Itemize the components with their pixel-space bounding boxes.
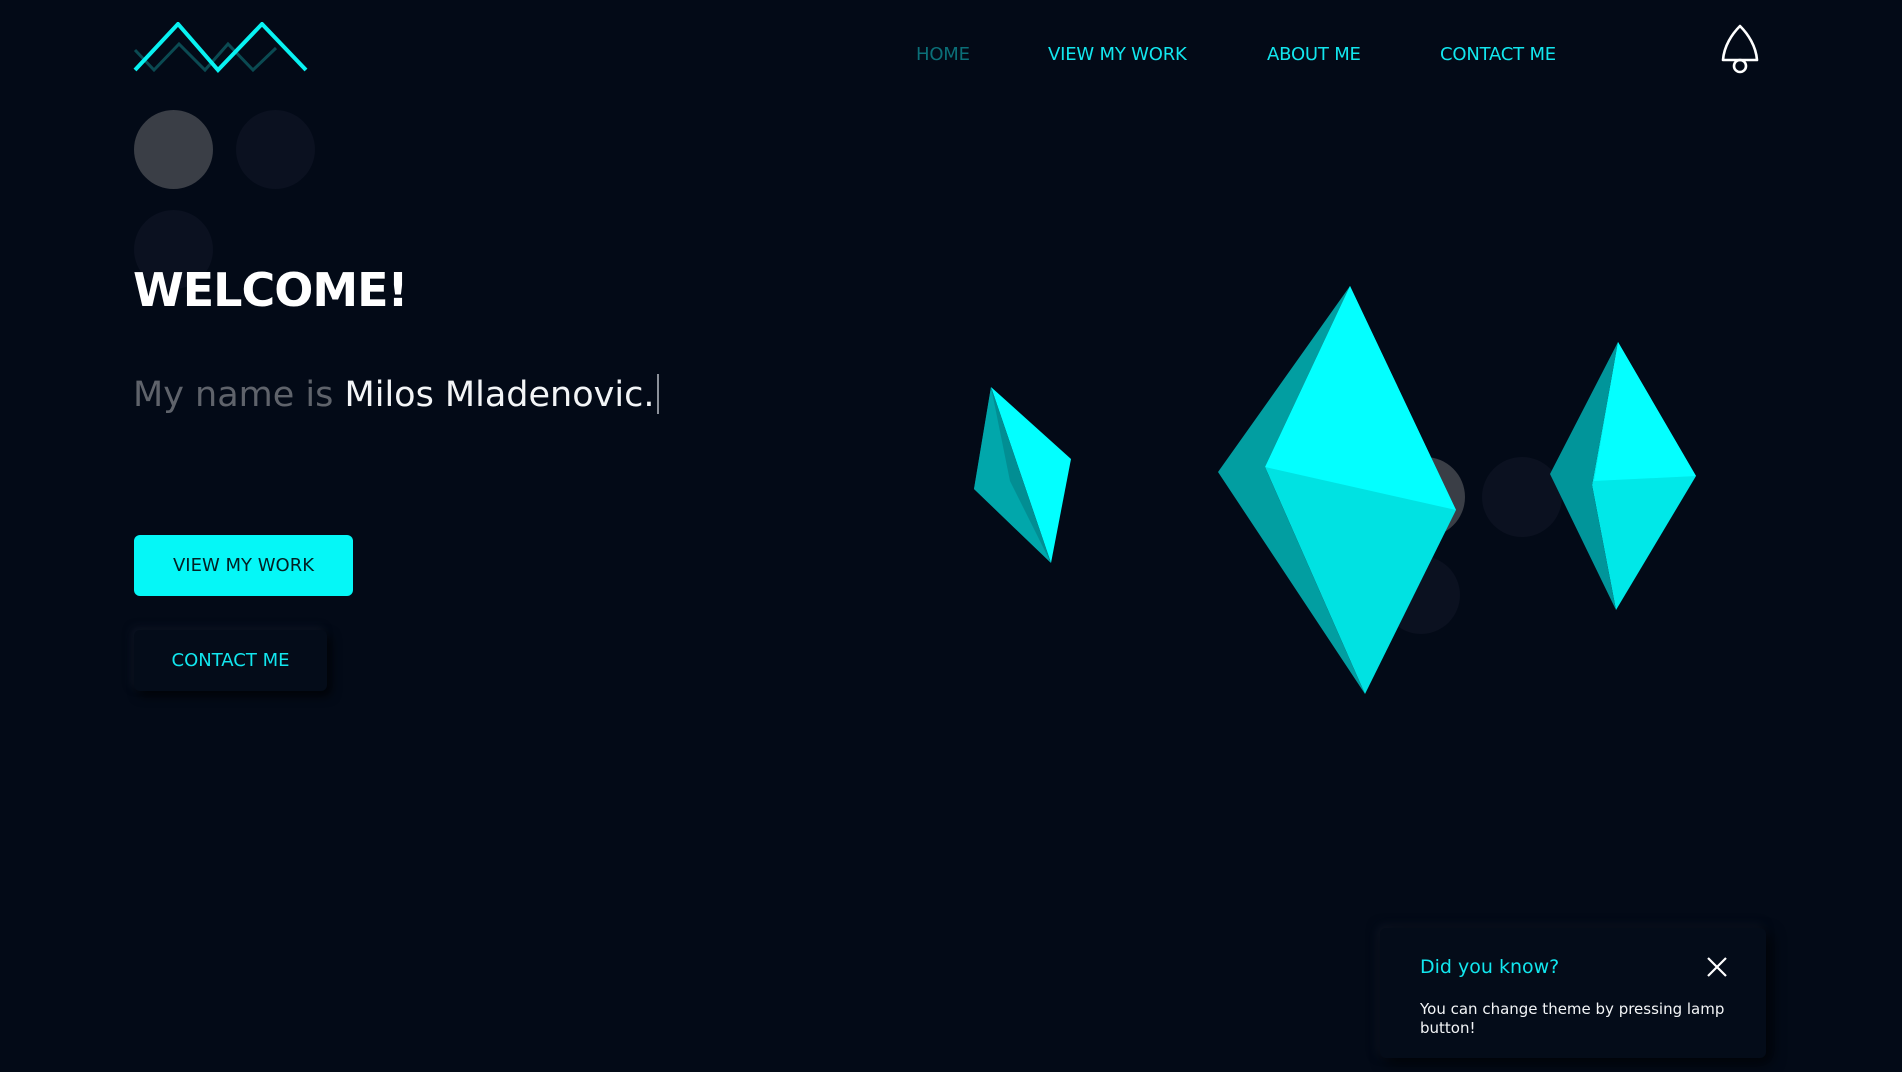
close-icon[interactable]	[1700, 950, 1734, 984]
crystals-illustration	[974, 286, 1696, 694]
lamp-icon[interactable]	[1718, 24, 1762, 74]
decorative-dot	[236, 110, 315, 189]
author-name: Milos Mladenovic.	[344, 375, 655, 415]
intro-prefix: My name is	[133, 375, 345, 415]
nav-contact-link[interactable]: CONTACT ME	[1440, 44, 1556, 65]
intro-text: My name is Milos Mladenovic.	[133, 374, 660, 415]
nav-about-link[interactable]: ABOUT ME	[1267, 44, 1361, 65]
toast-title: Did you know?	[1420, 956, 1560, 978]
decorative-dot	[134, 110, 213, 189]
did-you-know-toast: Did you know? You can change theme by pr…	[1380, 928, 1766, 1058]
typing-caret	[657, 374, 660, 414]
contact-me-button[interactable]: CONTACT ME	[134, 630, 327, 691]
nav-view-work-link[interactable]: VIEW MY WORK	[1048, 44, 1187, 65]
medium-crystal	[1550, 342, 1696, 610]
view-work-button[interactable]: VIEW MY WORK	[134, 535, 353, 596]
small-crystal	[974, 387, 1071, 563]
nav-home-link[interactable]: HOME	[916, 44, 970, 65]
decorative-dot	[1482, 457, 1562, 537]
zigzag-logo-icon[interactable]	[133, 22, 309, 88]
welcome-heading: WELCOME!	[133, 263, 409, 317]
toast-message: You can change theme by pressing lamp bu…	[1420, 1000, 1725, 1037]
